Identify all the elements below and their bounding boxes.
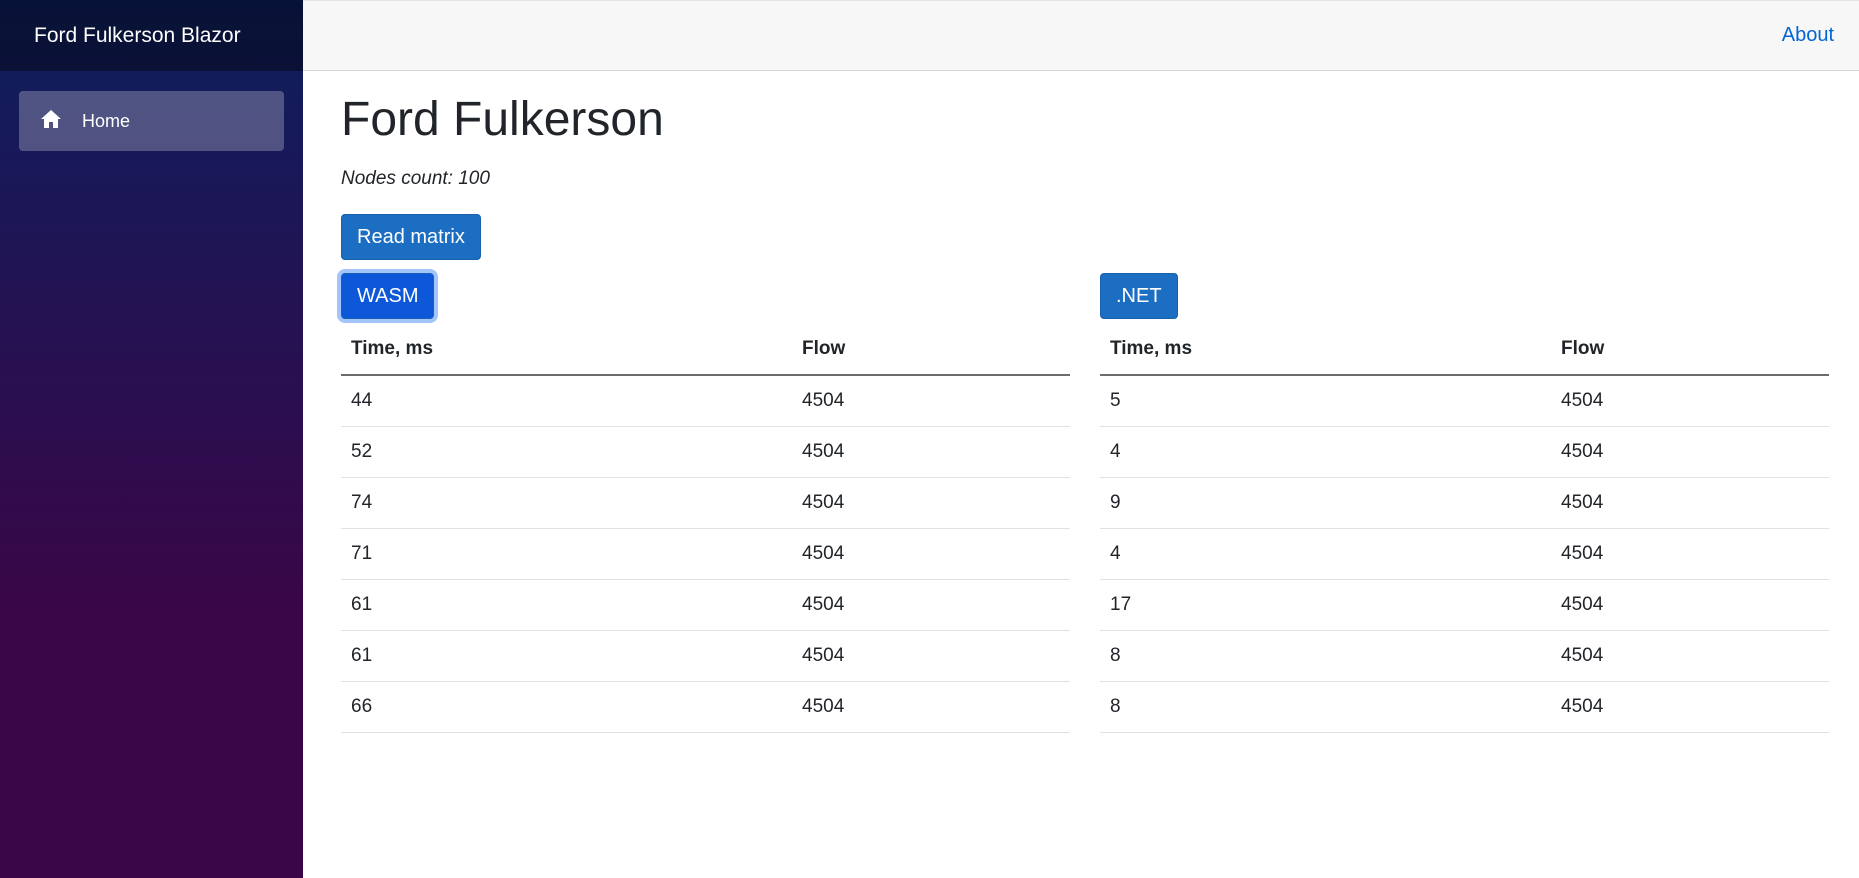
time-cell: 52 [341, 426, 792, 478]
time-cell: 9 [1100, 477, 1551, 529]
flow-cell: 4504 [1551, 426, 1829, 478]
flow-cell: 4504 [1551, 528, 1829, 580]
nav-item-label: Home [82, 110, 131, 131]
net-results-table: Time, ms Flow 5 4504 4 4504 9 4504 4 4504 17… [1100, 325, 1829, 733]
flow-cell: 4504 [792, 426, 1070, 478]
table-header-row: Time, ms Flow [1100, 325, 1829, 376]
flow-cell: 4504 [1551, 579, 1829, 631]
flow-cell: 4504 [1551, 375, 1829, 427]
flow-cell: 4504 [792, 477, 1070, 529]
table-row: 4 4504 [1100, 426, 1829, 478]
flow-cell: 4504 [792, 528, 1070, 580]
time-cell: 61 [341, 630, 792, 682]
table-row: 8 4504 [1100, 630, 1829, 682]
table-row: 66 4504 [341, 681, 1070, 733]
page-title: Ford Fulkerson [341, 93, 664, 146]
table-row: 4 4504 [1100, 528, 1829, 580]
time-cell: 17 [1100, 579, 1551, 631]
time-cell: 5 [1100, 375, 1551, 427]
column-header-flow: Flow [792, 325, 1070, 376]
net-button[interactable]: .NET [1100, 273, 1178, 319]
table-row: 44 4504 [341, 375, 1070, 427]
flow-cell: 4504 [792, 579, 1070, 631]
sidebar: Ford Fulkerson Blazor Home [0, 0, 303, 878]
wasm-results-table: Time, ms Flow 44 4504 52 4504 74 4504 71 450… [341, 325, 1070, 733]
flow-cell: 4504 [1551, 681, 1829, 733]
table-row: 74 4504 [341, 477, 1070, 529]
time-cell: 71 [341, 528, 792, 580]
table-row: 9 4504 [1100, 477, 1829, 529]
home-icon [39, 107, 82, 136]
read-matrix-button[interactable]: Read matrix [341, 214, 481, 260]
column-header-time: Time, ms [1100, 325, 1551, 376]
brand-bar: Ford Fulkerson Blazor [0, 0, 303, 71]
table-row: 8 4504 [1100, 681, 1829, 733]
column-header-time: Time, ms [341, 325, 792, 376]
flow-cell: 4504 [1551, 630, 1829, 682]
time-cell: 4 [1100, 528, 1551, 580]
app-brand[interactable]: Ford Fulkerson Blazor [34, 24, 241, 48]
table-row: 52 4504 [341, 426, 1070, 478]
time-cell: 8 [1100, 630, 1551, 682]
table-header-row: Time, ms Flow [341, 325, 1070, 376]
flow-cell: 4504 [792, 681, 1070, 733]
time-cell: 8 [1100, 681, 1551, 733]
time-cell: 4 [1100, 426, 1551, 478]
time-cell: 61 [341, 579, 792, 631]
time-cell: 74 [341, 477, 792, 529]
flow-cell: 4504 [1551, 477, 1829, 529]
time-cell: 66 [341, 681, 792, 733]
table-row: 71 4504 [341, 528, 1070, 580]
nodes-count-text: Nodes count: 100 [341, 168, 490, 189]
about-link[interactable]: About [1782, 24, 1834, 47]
nav-item-home[interactable]: Home [19, 91, 284, 151]
time-cell: 44 [341, 375, 792, 427]
flow-cell: 4504 [792, 630, 1070, 682]
wasm-button[interactable]: WASM [341, 273, 435, 319]
table-row: 61 4504 [341, 579, 1070, 631]
flow-cell: 4504 [792, 375, 1070, 427]
column-header-flow: Flow [1551, 325, 1829, 376]
table-row: 61 4504 [341, 630, 1070, 682]
table-row: 17 4504 [1100, 579, 1829, 631]
top-bar: About [303, 0, 1859, 71]
table-row: 5 4504 [1100, 375, 1829, 427]
